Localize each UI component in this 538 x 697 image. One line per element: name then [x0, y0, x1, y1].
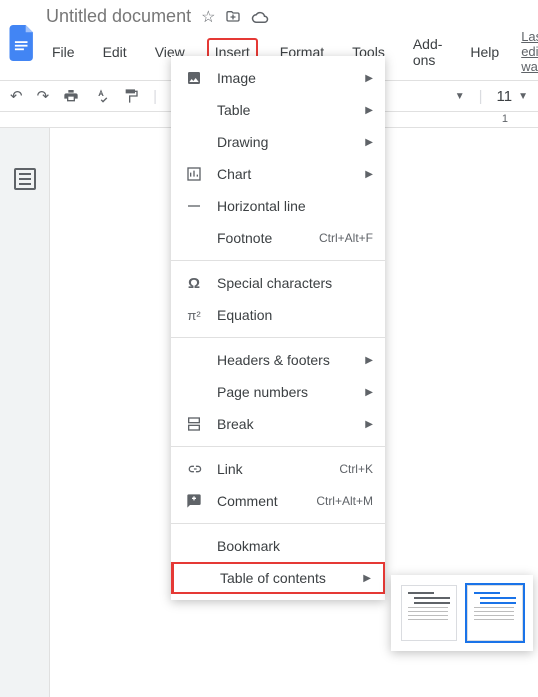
menu-item-label: Special characters	[217, 275, 373, 291]
menu-item-image[interactable]: Image ▶	[171, 62, 385, 94]
last-edit-link[interactable]: Last edit was	[521, 29, 538, 74]
menu-item-label: Chart	[217, 166, 357, 182]
menu-item-headers-footers[interactable]: Headers & footers ▶	[171, 344, 385, 376]
toc-option-plain[interactable]	[401, 585, 457, 641]
menu-item-equation[interactable]: π² Equation	[171, 299, 385, 331]
menu-item-comment[interactable]: Comment Ctrl+Alt+M	[171, 485, 385, 517]
submenu-arrow-icon: ▶	[365, 73, 373, 84]
menu-item-bookmark[interactable]: Bookmark	[171, 530, 385, 562]
menu-edit[interactable]: Edit	[97, 40, 133, 64]
menu-item-label: Footnote	[217, 230, 319, 246]
menu-item-footnote[interactable]: Footnote Ctrl+Alt+F	[171, 222, 385, 254]
menu-item-chart[interactable]: Chart ▶	[171, 158, 385, 190]
horizontal-line-icon	[183, 198, 205, 214]
spellcheck-icon[interactable]	[93, 88, 109, 104]
outline-icon[interactable]	[14, 168, 36, 190]
comment-icon	[183, 493, 205, 509]
menu-addons[interactable]: Add-ons	[407, 32, 449, 72]
docs-logo-icon[interactable]	[8, 25, 38, 61]
left-sidebar	[0, 128, 50, 697]
menu-item-horizontal-line[interactable]: Horizontal line	[171, 190, 385, 222]
separator	[171, 523, 385, 524]
ruler-mark: 1	[502, 113, 508, 125]
menu-item-label: Horizontal line	[217, 198, 373, 214]
font-size-control[interactable]: 11 ▼	[497, 88, 528, 105]
pi-icon: π²	[183, 308, 205, 323]
redo-icon[interactable]: ↷	[37, 87, 50, 105]
menu-item-table[interactable]: Table ▶	[171, 94, 385, 126]
styles-dropdown-icon[interactable]: ▼	[455, 91, 465, 102]
separator	[171, 446, 385, 447]
menu-item-label: Table of contents	[220, 570, 355, 586]
menu-item-special-characters[interactable]: Ω Special characters	[171, 267, 385, 299]
link-icon	[183, 461, 205, 477]
chart-icon	[183, 166, 205, 182]
menu-item-drawing[interactable]: Drawing ▶	[171, 126, 385, 158]
font-size-value: 11	[497, 88, 513, 105]
menu-item-table-of-contents[interactable]: Table of contents ▶	[171, 562, 385, 594]
submenu-arrow-icon: ▶	[365, 387, 373, 398]
submenu-arrow-icon: ▶	[365, 355, 373, 366]
shortcut-text: Ctrl+Alt+M	[316, 494, 373, 508]
menu-item-label: Drawing	[217, 134, 357, 150]
cloud-status-icon[interactable]	[251, 10, 269, 24]
submenu-arrow-icon: ▶	[365, 137, 373, 148]
submenu-arrow-icon: ▶	[365, 169, 373, 180]
separator	[171, 337, 385, 338]
shortcut-text: Ctrl+K	[339, 462, 373, 476]
break-icon	[183, 416, 205, 432]
image-icon	[183, 70, 205, 86]
menu-help[interactable]: Help	[464, 40, 505, 64]
menu-item-link[interactable]: Link Ctrl+K	[171, 453, 385, 485]
star-icon[interactable]: ☆	[201, 7, 215, 27]
toc-submenu	[391, 575, 533, 651]
menu-item-label: Bookmark	[217, 538, 373, 554]
separator	[171, 260, 385, 261]
menu-item-label: Comment	[217, 493, 316, 509]
submenu-arrow-icon: ▶	[363, 573, 371, 584]
move-icon[interactable]	[225, 9, 241, 25]
menu-item-label: Table	[217, 102, 357, 118]
insert-dropdown: Image ▶ Table ▶ Drawing ▶ Chart ▶ Horizo…	[171, 56, 385, 600]
menu-item-label: Headers & footers	[217, 352, 357, 368]
menu-item-page-numbers[interactable]: Page numbers ▶	[171, 376, 385, 408]
submenu-arrow-icon: ▶	[365, 419, 373, 430]
toc-option-links[interactable]	[467, 585, 523, 641]
menu-item-break[interactable]: Break ▶	[171, 408, 385, 440]
omega-icon: Ω	[183, 275, 205, 292]
paint-format-icon[interactable]	[123, 88, 139, 104]
document-title[interactable]: Untitled document	[46, 6, 191, 27]
menu-item-label: Break	[217, 416, 357, 432]
menu-item-label: Equation	[217, 307, 373, 323]
menu-file[interactable]: File	[46, 40, 81, 64]
print-icon[interactable]	[63, 88, 79, 104]
shortcut-text: Ctrl+Alt+F	[319, 231, 373, 245]
chevron-down-icon: ▼	[518, 91, 528, 102]
undo-icon[interactable]: ↶	[10, 87, 23, 105]
menu-item-label: Link	[217, 461, 339, 477]
submenu-arrow-icon: ▶	[365, 105, 373, 116]
menu-item-label: Image	[217, 70, 357, 86]
menu-item-label: Page numbers	[217, 384, 357, 400]
